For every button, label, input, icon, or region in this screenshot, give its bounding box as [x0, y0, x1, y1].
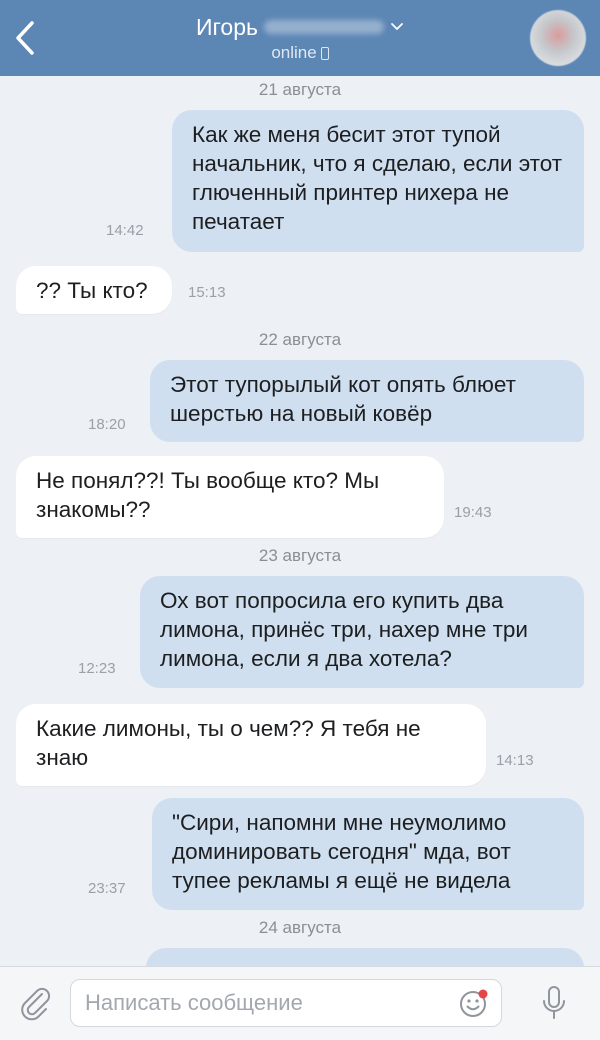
notification-dot — [478, 989, 488, 999]
back-button[interactable] — [8, 14, 42, 62]
emoji-button[interactable] — [458, 987, 490, 1019]
date-separator: 23 августа — [258, 546, 342, 565]
message-incoming[interactable]: Какие лимоны, ты о чем?? Я тебя не знаю — [16, 704, 486, 786]
attach-button[interactable] — [18, 985, 54, 1021]
message-input[interactable] — [70, 979, 502, 1027]
contact-status: online — [271, 43, 317, 62]
message-outgoing[interactable]: "Сири, напомни мне неумолимо доминироват… — [152, 798, 584, 910]
voice-message-button[interactable] — [538, 983, 570, 1023]
message-composer — [0, 966, 600, 1040]
message-outgoing[interactable]: Этот тупорылый кот опять блюет шерстью н… — [150, 360, 584, 442]
phone-icon — [320, 46, 329, 60]
message-time: 19:43 — [454, 504, 492, 521]
message-incoming[interactable]: ?? Ты кто? — [16, 266, 172, 314]
chat-header: Игорь online — [0, 0, 600, 76]
date-separator: 22 августа — [258, 330, 342, 349]
message-time: 15:13 — [188, 284, 226, 301]
message-time: 14:13 — [496, 752, 534, 769]
date-separator: 24 августа — [258, 918, 342, 937]
contact-surname-redacted — [263, 20, 384, 34]
chat-screen: Игорь online 21 августа Как же меня беси… — [0, 0, 600, 1040]
message-outgoing[interactable]: Ох вот попросила его купить два лимона, … — [140, 576, 584, 688]
message-time: 23:37 — [88, 880, 126, 897]
message-time: 18:20 — [88, 416, 126, 433]
message-incoming[interactable]: Не понял??! Ты вообще кто? Мы знакомы?? — [16, 456, 444, 538]
message-list[interactable]: 21 августа Как же меня бесит этот тупой … — [0, 76, 600, 966]
chevron-left-icon — [16, 21, 34, 55]
chevron-down-icon — [391, 23, 403, 30]
message-time: 12:23 — [78, 660, 116, 677]
avatar[interactable] — [530, 10, 586, 66]
contact-title[interactable]: Игорь online — [150, 12, 450, 68]
microphone-icon — [543, 986, 565, 1019]
message-outgoing[interactable]: Как же меня бесит этот тупой начальник, … — [172, 110, 584, 252]
date-separator: 21 августа — [258, 80, 342, 99]
message-outgoing-partial[interactable] — [146, 948, 584, 966]
contact-name: Игорь — [196, 14, 258, 40]
message-time: 14:42 — [106, 222, 144, 239]
paperclip-icon — [21, 987, 51, 1021]
smiley-icon — [460, 989, 488, 1017]
